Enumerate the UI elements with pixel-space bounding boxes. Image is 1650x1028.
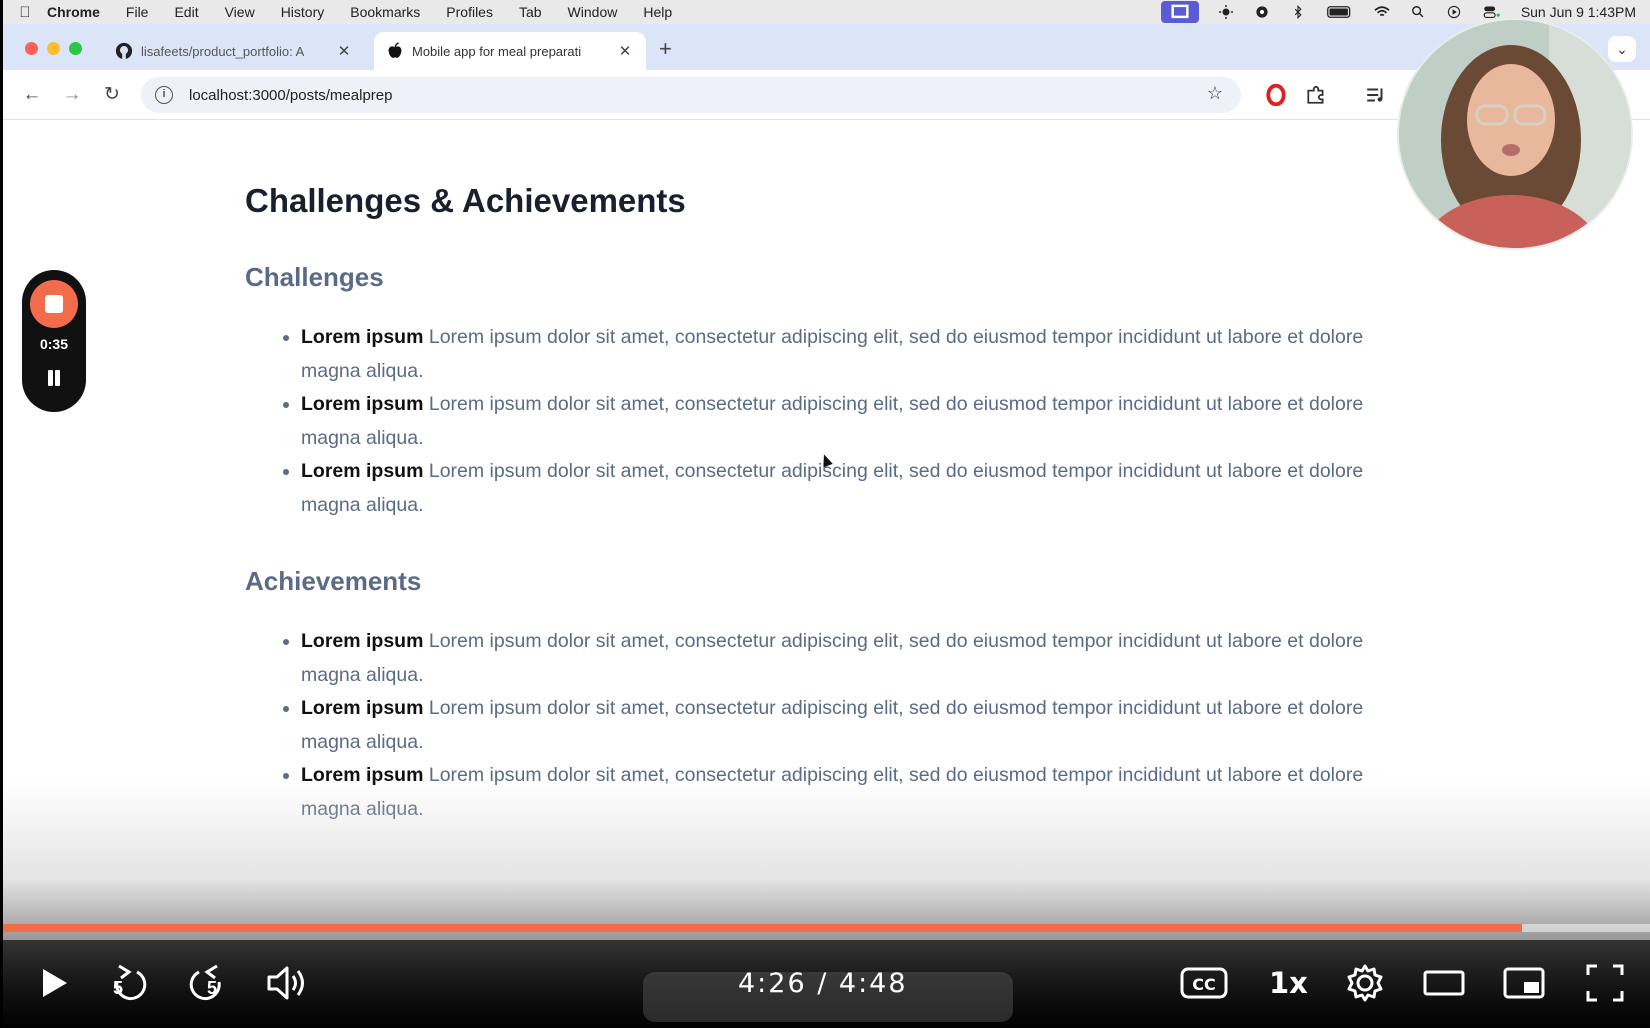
menu-help[interactable]: Help: [643, 4, 672, 20]
play-button[interactable]: [33, 960, 73, 1006]
screen-recorder-icon[interactable]: [1160, 1, 1199, 23]
rewind-seconds-label: 5: [113, 978, 124, 998]
wifi-icon[interactable]: [1373, 5, 1391, 19]
item-text: Lorem ipsum dolor sit amet, consectetur …: [301, 326, 1364, 382]
close-tab-icon[interactable]: ✕: [335, 42, 353, 60]
stop-recording-button[interactable]: [30, 280, 78, 328]
challenges-list: Lorem ipsum Lorem ipsum dolor sit amet, …: [245, 321, 1395, 522]
menu-profiles[interactable]: Profiles: [446, 4, 493, 20]
close-tab-icon[interactable]: ✕: [616, 42, 634, 60]
extensions-puzzle-icon[interactable]: [1305, 84, 1327, 106]
recorder-widget: 0:35: [22, 270, 86, 412]
spotlight-search-icon[interactable]: [1409, 5, 1427, 19]
menu-history[interactable]: History: [281, 4, 325, 20]
tab-meal-prep[interactable]: Mobile app for meal preparati ✕: [374, 32, 646, 70]
control-center-icon[interactable]: [1481, 5, 1503, 19]
menu-window[interactable]: Window: [568, 4, 618, 20]
github-icon: [115, 42, 133, 60]
list-item: Lorem ipsum Lorem ipsum dolor sit amet, …: [283, 388, 1395, 455]
closed-captions-icon[interactable]: CC: [1179, 960, 1229, 1006]
menu-file[interactable]: File: [126, 4, 149, 20]
item-text: Lorem ipsum dolor sit amet, consectetur …: [301, 460, 1364, 516]
menubar-tray: Sun Jun 9 1:43PM: [1160, 0, 1650, 24]
tab-title: lisafeets/product_portfolio: A: [141, 43, 305, 59]
item-lead: Lorem ipsum: [301, 326, 424, 348]
list-item: Lorem ipsum Lorem ipsum dolor sit amet, …: [283, 625, 1395, 692]
brightness-icon[interactable]: [1217, 5, 1235, 19]
page-content: Challenges & Achievements Challenges Lor…: [245, 140, 1395, 826]
item-lead: Lorem ipsum: [301, 630, 424, 652]
record-icon[interactable]: [1253, 5, 1271, 19]
back-arrow-icon[interactable]: ←: [19, 82, 45, 108]
item-lead: Lorem ipsum: [301, 460, 424, 482]
tab-search-chevron-icon[interactable]: ⌄: [1608, 36, 1636, 62]
zoom-window-button[interactable]: [69, 42, 82, 55]
opera-extension-icon[interactable]: [1265, 84, 1287, 106]
fullscreen-icon[interactable]: [1583, 960, 1627, 1006]
bluetooth-icon[interactable]: [1289, 5, 1307, 19]
list-item: Lorem ipsum Lorem ipsum dolor sit amet, …: [283, 321, 1395, 388]
presenter-video-image: [1399, 20, 1631, 248]
now-playing-icon[interactable]: [1445, 5, 1463, 19]
achievements-heading: Achievements: [245, 566, 422, 596]
webcam-overlay: [1397, 18, 1633, 250]
svg-text:CC: CC: [1192, 975, 1215, 994]
menubar-clock[interactable]: Sun Jun 9 1:43PM: [1521, 4, 1636, 20]
reload-icon[interactable]: ↻: [99, 82, 125, 108]
battery-icon[interactable]: [1325, 5, 1355, 19]
challenges-heading: Challenges: [245, 262, 384, 292]
minimize-window-button[interactable]: [47, 42, 60, 55]
video-controls-bar: 5 5 4:26 / 4:48 CC 1x: [3, 940, 1650, 1028]
tab-github-portfolio[interactable]: lisafeets/product_portfolio: A ✕: [103, 32, 365, 70]
media-controls-icon[interactable]: [1365, 84, 1387, 106]
forward-seconds-label: 5: [207, 978, 218, 998]
menu-edit[interactable]: Edit: [174, 4, 198, 20]
browser-tab-strip: lisafeets/product_portfolio: A ✕ Mobile …: [3, 24, 1650, 70]
video-frame:  Chrome File Edit View History Bookmark…: [3, 0, 1650, 1028]
new-tab-icon[interactable]: +: [659, 36, 672, 62]
item-lead: Lorem ipsum: [301, 697, 424, 719]
close-window-button[interactable]: [25, 42, 38, 55]
list-item: Lorem ipsum Lorem ipsum dolor sit amet, …: [283, 455, 1395, 522]
window-controls: [25, 42, 82, 55]
page-title: Challenges & Achievements: [245, 182, 686, 219]
menu-bookmarks[interactable]: Bookmarks: [350, 4, 420, 20]
video-time-display: 4:26 / 4:48: [738, 968, 908, 999]
video-progress-bar[interactable]: [3, 924, 1650, 932]
forward-arrow-icon[interactable]: →: [59, 82, 85, 108]
rewind-5-button[interactable]: 5: [107, 960, 151, 1006]
picture-in-picture-icon[interactable]: [1501, 960, 1547, 1006]
menu-app-name[interactable]: Chrome: [47, 4, 100, 20]
forward-5-button[interactable]: 5: [185, 960, 229, 1006]
menu-view[interactable]: View: [225, 4, 255, 20]
site-info-icon[interactable]: i: [155, 86, 173, 104]
bookmark-star-icon[interactable]: ☆: [1207, 83, 1223, 104]
item-text: Lorem ipsum dolor sit amet, consectetur …: [301, 630, 1364, 686]
theater-mode-icon[interactable]: [1421, 960, 1467, 1006]
pause-icon[interactable]: [46, 370, 62, 386]
video-progress-fill: [3, 924, 1522, 932]
recording-elapsed-time: 0:35: [39, 336, 69, 352]
item-text: Lorem ipsum dolor sit amet, consectetur …: [301, 697, 1364, 753]
macos-menubar:  Chrome File Edit View History Bookmark…: [3, 0, 1650, 24]
address-url[interactable]: localhost:3000/posts/mealprep: [189, 87, 392, 104]
volume-icon[interactable]: [265, 960, 309, 1006]
stop-icon: [45, 295, 63, 313]
menu-tab[interactable]: Tab: [519, 4, 542, 20]
settings-gear-icon[interactable]: [1343, 960, 1387, 1006]
tab-title: Mobile app for meal preparati: [412, 43, 582, 59]
apple-icon: [388, 42, 402, 58]
item-lead: Lorem ipsum: [301, 393, 424, 415]
list-item: Lorem ipsum Lorem ipsum dolor sit amet, …: [283, 692, 1395, 759]
item-text: Lorem ipsum dolor sit amet, consectetur …: [301, 393, 1364, 449]
playback-speed-button[interactable]: 1x: [1269, 966, 1308, 1000]
address-bar[interactable]: i localhost:3000/posts/mealprep ☆: [141, 77, 1241, 113]
apple-menu-icon[interactable]: : [3, 4, 47, 21]
